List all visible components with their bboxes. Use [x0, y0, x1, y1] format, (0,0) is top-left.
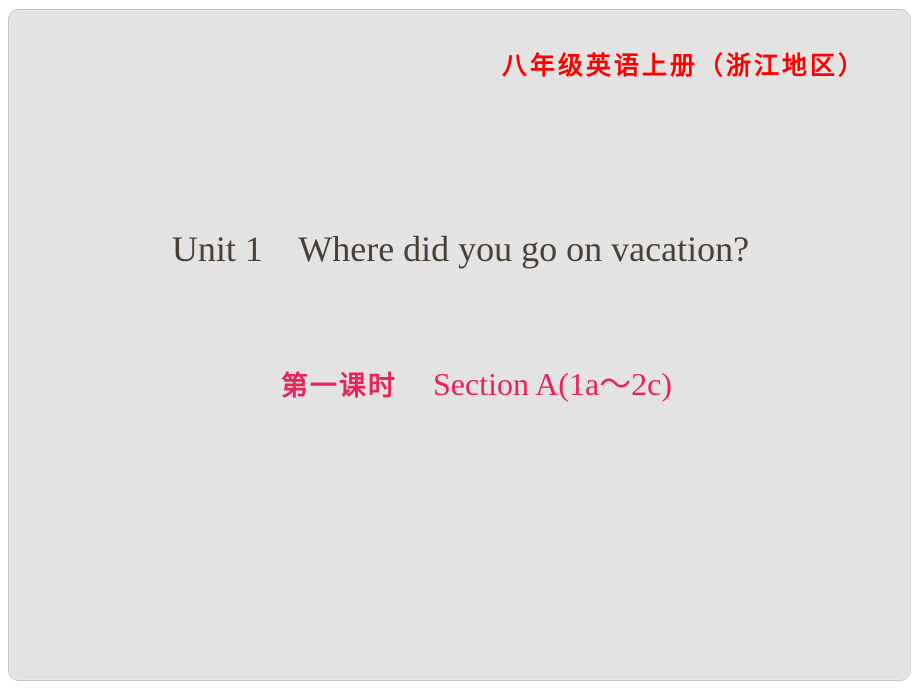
textbook-header-title: 八年级英语上册（浙江地区）: [501, 51, 866, 80]
unit-title: Unit 1 Where did you go on vacation?: [171, 229, 750, 269]
section-line: 第一课时 Section A(1a～2c): [9, 322, 912, 442]
lesson-label: 第一课时: [280, 371, 397, 402]
section-label: Section A(1a～2c): [432, 366, 673, 402]
slide-panel: 八年级英语上册（浙江地区） Unit 1 Where did you go on…: [8, 9, 911, 681]
